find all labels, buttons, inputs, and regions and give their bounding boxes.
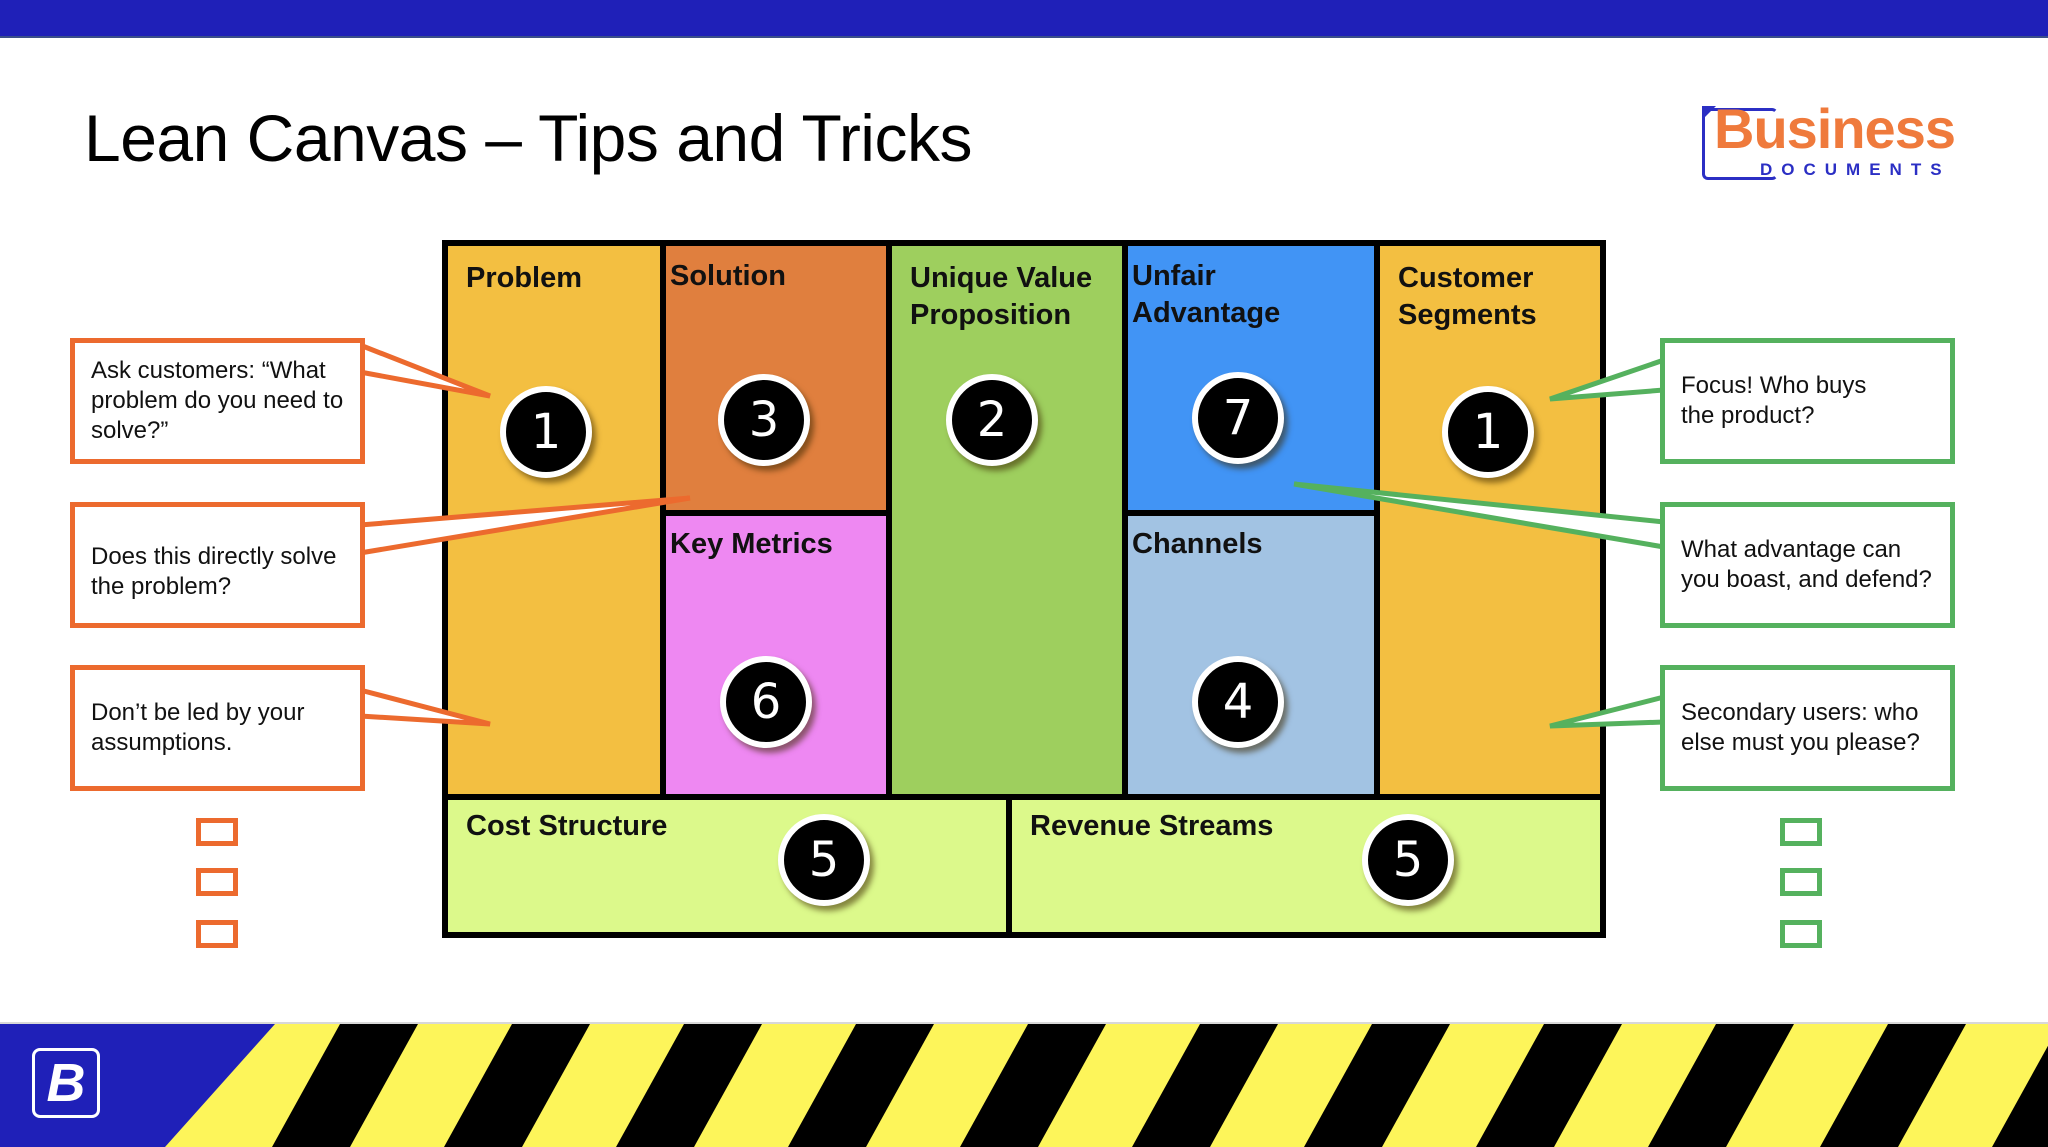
cell-solution: Solution 3 — [666, 246, 886, 510]
callout-right-1: Focus! Who buys the product? — [1660, 338, 1955, 464]
step-badge: 6 — [720, 656, 812, 748]
cell-title: Solution — [670, 260, 786, 292]
logo-word: Business — [1714, 97, 1956, 160]
callout-left-3: Don’t be led by your assumptions. — [70, 665, 365, 791]
checkbox-right-1[interactable] — [1780, 818, 1822, 846]
step-badge: 7 — [1192, 372, 1284, 464]
top-bar — [0, 0, 2048, 38]
cell-channels: Channels 4 — [1128, 516, 1374, 794]
slide-title: Lean Canvas – Tips and Tricks — [84, 101, 972, 175]
step-badge: 5 — [1362, 814, 1454, 906]
checkbox-right-2[interactable] — [1780, 868, 1822, 896]
callout-left-2: Does this directly solve the problem? — [70, 502, 365, 628]
logo-subtitle: DOCUMENTS — [1760, 160, 1951, 179]
step-badge: 1 — [500, 386, 592, 478]
callout-left-1: Ask customers: “What problem do you need… — [70, 338, 365, 464]
step-badge: 1 — [1442, 386, 1534, 478]
step-badge: 2 — [946, 374, 1038, 466]
cell-title: Key Metrics — [670, 528, 833, 560]
cell-unique-value-proposition: Unique Value Proposition 2 — [892, 246, 1122, 794]
footer-logo-icon: B — [32, 1048, 100, 1118]
cell-title: Cost Structure — [466, 810, 668, 842]
cell-key-metrics: Key Metrics 6 — [666, 516, 886, 794]
cell-title: Customer Segments — [1398, 262, 1537, 331]
checkbox-left-3[interactable] — [196, 920, 238, 948]
checkbox-right-3[interactable] — [1780, 920, 1822, 948]
cell-revenue-streams: Revenue Streams 5 — [1012, 800, 1600, 932]
step-badge: 5 — [778, 814, 870, 906]
lean-canvas: Problem 1 Solution 3 Key Metrics 6 Uniqu… — [442, 240, 1606, 938]
step-badge: 4 — [1192, 656, 1284, 748]
business-documents-logo: Business DOCUMENTS — [1700, 97, 1970, 184]
cell-title: Revenue Streams — [1030, 810, 1274, 842]
cell-problem: Problem 1 — [448, 246, 660, 794]
checkbox-left-2[interactable] — [196, 868, 238, 896]
cell-title: Unfair Advantage — [1132, 260, 1281, 329]
checkbox-left-1[interactable] — [196, 818, 238, 846]
cell-cost-structure: Cost Structure 5 — [448, 800, 1006, 932]
callout-right-2: What advantage can you boast, and defend… — [1660, 502, 1955, 628]
cell-title: Problem — [466, 262, 583, 294]
hazard-stripes — [0, 1024, 2048, 1147]
callout-right-3: Secondary users: who else must you pleas… — [1660, 665, 1955, 791]
callout-text: Focus! Who buys the product? — [1681, 372, 1867, 429]
footer-hazard-band: B — [0, 1022, 2048, 1147]
cell-title: Unique Value Proposition — [910, 262, 1093, 331]
cell-customer-segments: Customer Segments 1 — [1380, 246, 1600, 794]
cell-title: Channels — [1132, 528, 1263, 560]
step-badge: 3 — [718, 374, 810, 466]
cell-unfair-advantage: Unfair Advantage 7 — [1128, 246, 1374, 510]
